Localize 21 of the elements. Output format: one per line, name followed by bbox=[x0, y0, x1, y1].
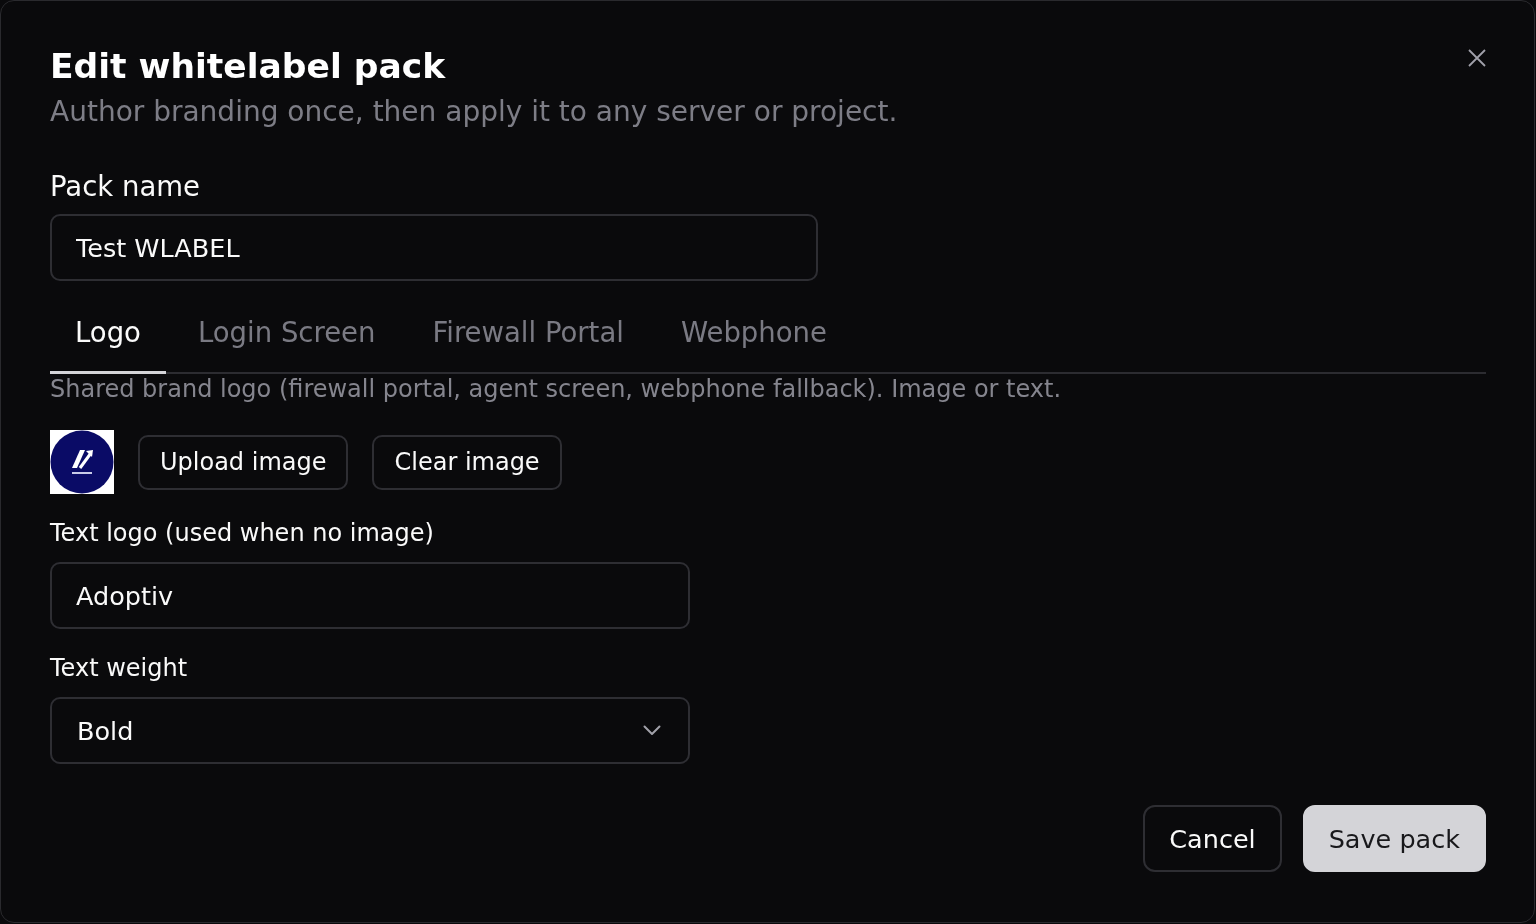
image-button[interactable]: Upload image bbox=[138, 434, 349, 490]
close-button[interactable] bbox=[1468, 49, 1486, 67]
field-label: Text logo (used when no image) bbox=[50, 518, 434, 548]
close-icon bbox=[1468, 49, 1486, 67]
text-input[interactable]: Adoptiv bbox=[50, 562, 690, 629]
tab[interactable]: Logo bbox=[50, 296, 166, 374]
logo-image-preview bbox=[50, 430, 114, 494]
save-button[interactable]: Save pack bbox=[1302, 805, 1486, 872]
dropdown-field[interactable]: Bold bbox=[50, 697, 690, 764]
dialog-subtitle: Author branding once, then apply it to any server or project. bbox=[50, 95, 898, 129]
tab[interactable]: Webphone bbox=[655, 296, 852, 374]
dialog-title: Edit whitelabel pack bbox=[50, 46, 447, 86]
field-label: Text weight bbox=[50, 653, 188, 683]
field-label: Pack name bbox=[50, 169, 200, 203]
image-button[interactable]: Clear image bbox=[372, 434, 562, 490]
tab[interactable]: Firewall Portal bbox=[407, 296, 649, 374]
tab-description: Shared brand logo (firewall portal, agent screen, webphone fallback). Image or text. bbox=[50, 375, 1062, 403]
cancel-button[interactable]: Cancel bbox=[1143, 805, 1282, 872]
chevron-down-icon bbox=[643, 725, 661, 736]
text-input[interactable]: Test WLABEL bbox=[50, 214, 818, 281]
tab[interactable]: Login Screen bbox=[172, 296, 401, 374]
